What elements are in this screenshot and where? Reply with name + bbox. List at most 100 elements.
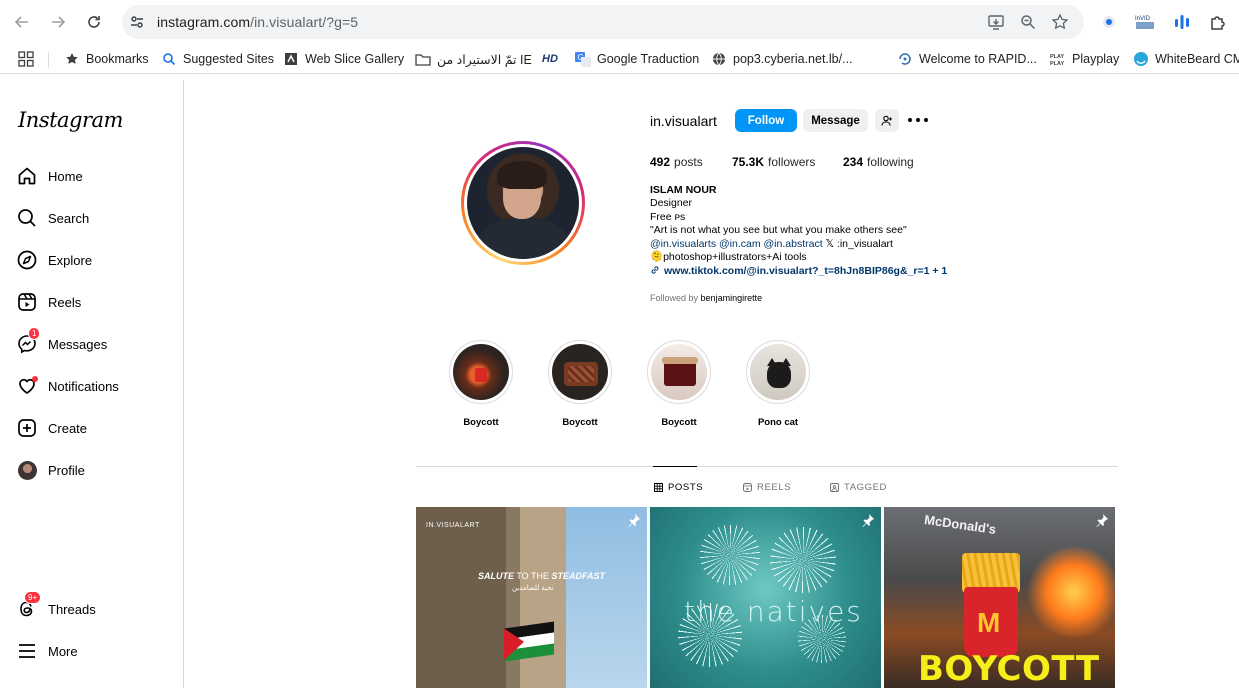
hd-icon: HD (542, 53, 558, 65)
tab-posts[interactable]: POSTS (653, 482, 703, 493)
heart-icon (16, 375, 38, 397)
options-icon[interactable] (908, 118, 928, 124)
bio-link-row[interactable]: www.tiktok.com/@in.visualart?_t=8hJn8BIP… (650, 265, 947, 279)
bookmark-item[interactable]: PLAY PLAY Playplay (1050, 50, 1119, 68)
sidebar-item-search[interactable]: Search (16, 206, 89, 230)
bookmark-item[interactable]: Welcome to RAPID... (897, 50, 1037, 68)
url-path: /in.visualart/?g=5 (250, 14, 359, 30)
bookmark-item[interactable]: Suggested Sites (161, 50, 274, 68)
highlight-label: Boycott (463, 417, 499, 428)
back-button[interactable] (10, 10, 34, 34)
highlight-label: Pono cat (757, 417, 799, 428)
story-highlight[interactable]: Pono cat (746, 340, 810, 428)
bookmark-label: WhiteBeard CM (1155, 52, 1239, 66)
story-highlight[interactable]: Boycott (548, 340, 612, 428)
followers-count[interactable]: 75.3K followers (732, 155, 815, 169)
sidebar-item-label: Profile (48, 462, 85, 478)
profile-avatar[interactable] (461, 141, 585, 265)
highlight-label: Boycott (562, 417, 598, 428)
sidebar-item-label: Search (48, 210, 90, 226)
translate-icon: G (575, 51, 591, 67)
star-icon (64, 51, 80, 67)
sidebar-item-more[interactable]: More (16, 639, 78, 663)
bookmark-item[interactable]: pop3.cyberia.net.lb/... (711, 50, 853, 68)
zoom-icon[interactable] (1019, 13, 1037, 31)
firework-burst (770, 527, 836, 593)
active-tab-indicator (653, 466, 697, 467)
bookmark-item[interactable]: HD (542, 50, 558, 68)
followed-by[interactable]: Followed by benjamingirette (650, 293, 762, 303)
tab-tagged[interactable]: TAGGED (829, 482, 887, 493)
avatar-hair (497, 161, 547, 189)
sidebar-item-threads[interactable]: 9+ Threads (16, 591, 96, 621)
sidebar-item-messages[interactable]: 1 Messages (16, 327, 108, 356)
forward-button[interactable] (46, 10, 70, 34)
sidebar-item-home[interactable]: Home (16, 164, 83, 188)
sidebar-item-notifications[interactable]: Notifications (16, 374, 119, 398)
highlight-label: Boycott (661, 417, 697, 428)
post-thumbnail[interactable]: the natives (650, 507, 881, 688)
bookmark-item[interactable]: Web Slice Gallery (283, 50, 404, 68)
sidebar: Instagram Home Search Explore Reels 1 Me… (0, 80, 184, 688)
invid-extension-icon[interactable]: InVID (1134, 11, 1156, 33)
reload-button[interactable] (82, 10, 106, 34)
tab-reels[interactable]: REELS (742, 482, 791, 493)
bio-link[interactable]: www.tiktok.com/@in.visualart?_t=8hJn8BIP… (664, 265, 947, 277)
svg-text:InVID: InVID (1135, 16, 1151, 22)
firework-burst (700, 525, 760, 585)
extension-record-icon[interactable] (1098, 11, 1120, 33)
whitebeard-icon (1133, 51, 1149, 67)
link-icon (651, 266, 659, 274)
bookmark-label: Bookmarks (86, 52, 149, 66)
followed-by-user[interactable]: benjamingirette (701, 293, 763, 303)
sidebar-item-label: Messages (48, 336, 108, 352)
suggested-users-button[interactable] (875, 109, 899, 132)
bookmark-item[interactable]: G Google Traduction (575, 50, 699, 68)
story-highlight[interactable]: Boycott (449, 340, 513, 428)
bookmark-item[interactable]: WhiteBeard CM (1133, 50, 1239, 68)
compass-icon (16, 249, 38, 271)
following-count[interactable]: 234 following (843, 155, 914, 169)
bookmark-item[interactable]: Bookmarks (64, 50, 149, 68)
followed-by-label: Followed by (650, 293, 699, 303)
post-thumbnail[interactable]: McDonald's M BOYCOTT (884, 507, 1115, 688)
site-info-icon[interactable] (129, 14, 145, 30)
sidebar-item-reels[interactable]: Reels (16, 290, 81, 314)
folder-icon (415, 51, 431, 67)
grid-icon (653, 483, 663, 493)
sidebar-item-label: Threads (48, 601, 96, 617)
url-text[interactable]: instagram.com/in.visualart/?g=5 (157, 14, 358, 30)
bookmark-label: Suggested Sites (183, 52, 275, 66)
home-icon (16, 165, 38, 187)
sidebar-item-label: Home (48, 168, 83, 184)
add-person-icon (881, 115, 892, 126)
apps-grid-icon[interactable] (18, 50, 34, 68)
bookmark-star-icon[interactable] (1051, 13, 1069, 31)
story-highlight[interactable]: Boycott (647, 340, 711, 428)
sidebar-item-explore[interactable]: Explore (16, 248, 92, 272)
avatar-border (464, 144, 582, 262)
avatar-hoodie (475, 217, 571, 259)
install-app-icon[interactable] (987, 13, 1005, 31)
rapid-icon (897, 51, 913, 67)
bookmarks-bar: Bookmarks Suggested Sites Web Slice Gall… (0, 44, 1239, 74)
address-bar[interactable]: instagram.com/in.visualart/?g=5 (122, 5, 1084, 39)
bookmark-item[interactable]: تمّ الاستيراد من IE (415, 50, 532, 68)
bio-mentions[interactable]: @in.visualarts @in.cam @in.abstract (650, 238, 823, 250)
message-button[interactable]: Message (803, 109, 868, 132)
follow-button[interactable]: Follow (735, 109, 797, 132)
url-host: instagram.com (157, 14, 251, 30)
highlight-thumbnail (453, 344, 509, 400)
sidebar-item-create[interactable]: Create (16, 416, 87, 440)
profile-name: ISLAM NOUR (650, 184, 717, 196)
instagram-logo[interactable]: Instagram (18, 108, 123, 132)
sidebar-item-profile[interactable]: Profile (16, 458, 85, 482)
avatar-photo (467, 147, 579, 259)
profile-username: in.visualart (650, 113, 717, 129)
tab-label: TAGGED (844, 482, 888, 493)
threads-icon: 9+ (16, 591, 42, 620)
audio-extension-icon[interactable] (1171, 11, 1193, 33)
post-thumbnail[interactable]: IN.VISUALART SALUTE TO THE STEADFAST تحي… (416, 507, 647, 688)
pin-icon (628, 514, 640, 527)
extensions-puzzle-icon[interactable] (1207, 11, 1229, 33)
